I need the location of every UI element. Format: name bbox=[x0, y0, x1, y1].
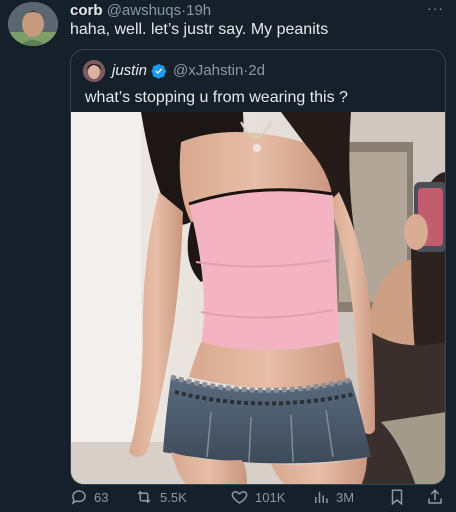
quoted-tweet-header: justin @xJahstin · 2d bbox=[83, 60, 265, 82]
repost-count: 5.5K bbox=[160, 489, 187, 505]
quoted-tweet-text: what’s stopping u from wearing this ? bbox=[85, 89, 348, 106]
tweet-actions: 63 5.5K 101K 3M bbox=[70, 486, 450, 508]
views-button[interactable]: 3M bbox=[312, 486, 354, 508]
quoted-author-handle[interactable]: @xJahstin bbox=[173, 62, 243, 80]
tweet-header: corb @awshuqs·19h bbox=[70, 2, 456, 20]
like-button[interactable]: 101K bbox=[230, 486, 285, 508]
share-button[interactable] bbox=[426, 486, 450, 508]
reply-icon bbox=[71, 490, 86, 505]
like-icon bbox=[231, 490, 248, 504]
tweet-time[interactable]: 19h bbox=[186, 2, 211, 19]
views-icon bbox=[315, 491, 328, 503]
author-handle[interactable]: @awshuqs bbox=[107, 2, 181, 19]
view-count: 3M bbox=[336, 489, 355, 505]
quoted-author-name[interactable]: justin bbox=[112, 62, 147, 80]
like-count: 101K bbox=[255, 489, 286, 505]
repost-icon bbox=[137, 490, 151, 504]
quoted-tweet[interactable]: justin @xJahstin · 2d what’s stopping u fr… bbox=[70, 49, 446, 485]
author-avatar[interactable] bbox=[8, 2, 58, 46]
reply-button[interactable]: 63 bbox=[70, 486, 108, 508]
reply-count: 63 bbox=[94, 489, 109, 505]
repost-button[interactable]: 5.5K bbox=[134, 486, 187, 508]
share-icon bbox=[428, 489, 442, 504]
quoted-author-avatar[interactable] bbox=[83, 60, 105, 82]
author-name[interactable]: corb bbox=[70, 2, 103, 19]
more-icon[interactable]: ··· bbox=[427, 0, 444, 16]
bookmark-button[interactable] bbox=[388, 486, 412, 508]
quoted-tweet-media[interactable] bbox=[71, 112, 445, 484]
quoted-tweet-time[interactable]: 2d bbox=[248, 62, 265, 80]
verified-icon bbox=[151, 64, 167, 79]
bookmark-icon bbox=[391, 489, 403, 506]
tweet-text: haha, well. let’s justr say. My peanits bbox=[70, 21, 329, 38]
